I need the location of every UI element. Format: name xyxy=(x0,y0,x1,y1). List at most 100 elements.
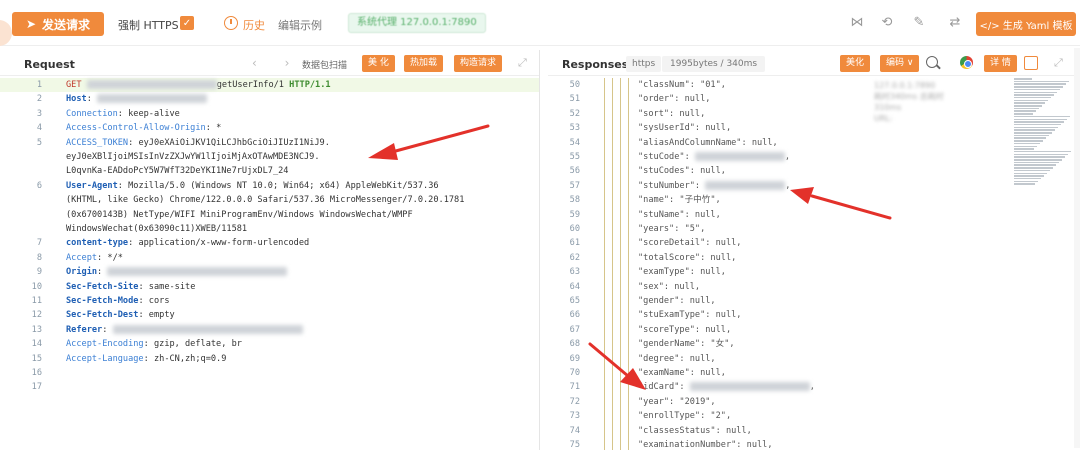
copy-icon[interactable] xyxy=(1024,56,1038,70)
json-key-value: "stuNumber": xyxy=(638,180,706,191)
line-number: 57 xyxy=(569,180,580,191)
json-line: 63 "examType": null, xyxy=(548,265,1080,279)
header-value: application/x-www-form-urlencoded xyxy=(138,238,310,249)
edit-icon[interactable]: ✎ xyxy=(910,14,928,32)
share-icon[interactable]: ⋈ xyxy=(848,14,866,32)
force-https-checkbox[interactable]: ✓ xyxy=(180,16,194,30)
vertical-scrollbar[interactable] xyxy=(1074,48,1080,448)
packet-scan-label[interactable]: 数据包扫描 xyxy=(302,58,347,71)
header-value: * xyxy=(216,123,222,134)
response-expand-icon[interactable]: ⤢ xyxy=(1054,56,1063,70)
json-line: 59 "stuName": null, xyxy=(548,208,1080,222)
line-number: 10 xyxy=(31,281,42,292)
json-key-value: "examType": null, xyxy=(638,267,726,278)
search-icon[interactable] xyxy=(926,56,938,68)
send-request-button[interactable]: ➤ 发送请求 xyxy=(12,12,104,36)
json-line: 62 "totalScore": null, xyxy=(548,251,1080,265)
json-key-value: "idCard": xyxy=(638,382,690,393)
hot-reload-button[interactable]: 热加载 xyxy=(404,55,444,72)
header-name: Referer xyxy=(66,324,103,335)
line-number: 9 xyxy=(36,267,42,278)
swap-icon[interactable]: ⇄ xyxy=(946,14,964,32)
code-line: 2 Host: xyxy=(0,92,539,106)
json-line: 51 "order": null, xyxy=(548,92,1080,106)
json-key-value: "classNum": "01", xyxy=(638,80,726,90)
redacted-referer xyxy=(112,324,303,334)
json-line: 60 "years": "5", xyxy=(548,222,1080,236)
sync-icon[interactable]: ⟲ xyxy=(878,14,896,32)
json-line: 52 "sort": null, xyxy=(548,107,1080,121)
code-line: 4 Access-Control-Allow-Origin: * xyxy=(0,121,539,135)
line-number: 5 xyxy=(36,137,42,148)
redacted-host xyxy=(97,94,208,104)
code-line-continuation: (0x6700143B) NetType/WIFI MiniProgramEnv… xyxy=(0,208,539,222)
json-key-value: "order": null, xyxy=(638,94,711,105)
details-button[interactable]: 详 情 xyxy=(984,55,1017,72)
line-number: 52 xyxy=(569,108,580,119)
header-name: Sec-Fetch-Dest xyxy=(66,310,139,321)
request-nav-arrows[interactable]: ‹ › xyxy=(252,56,301,70)
json-line: 67 "scoreType": null, xyxy=(548,323,1080,337)
code-line: 15 Accept-Language: zh-CN,zh;q=0.9 xyxy=(0,352,539,366)
generate-yaml-button[interactable]: </> 生成 Yaml 模板 xyxy=(976,12,1076,36)
line-number: 69 xyxy=(569,353,580,364)
chrome-icon[interactable] xyxy=(960,56,973,69)
header-name: Access-Control-Allow-Origin xyxy=(66,123,206,134)
proxy-badge[interactable]: 系统代理 127.0.0.1:7890 xyxy=(348,13,486,33)
json-key-value: "classesStatus": null, xyxy=(638,425,752,436)
header-name: content-type xyxy=(66,238,129,249)
json-key-value: "aliasAndColumnName": null, xyxy=(638,137,778,148)
https-tag: https xyxy=(626,56,662,72)
send-icon: ➤ xyxy=(25,17,37,31)
response-beautify-button[interactable]: 美化 xyxy=(840,55,871,72)
header-value: zh-CN,zh;q=0.9 xyxy=(153,353,227,364)
header-value: same-site xyxy=(148,281,196,292)
json-key-value: "genderName": "女", xyxy=(638,339,735,350)
code-line-continuation: WindowsWechat(0x63090c11)XWEB/11581 xyxy=(0,222,539,236)
history-button[interactable]: 历史 xyxy=(243,17,265,33)
code-line: 3 Connection: keep-alive xyxy=(0,107,539,121)
build-request-button[interactable]: 构造请求 xyxy=(454,55,503,72)
header-value: empty xyxy=(148,310,175,321)
header-value: Mozilla/5.0 (Windows NT 10.0; Win64; x64… xyxy=(128,180,439,191)
history-icon[interactable] xyxy=(224,16,238,30)
json-line: 57 "stuNumber": , xyxy=(548,179,1080,193)
line-number: 74 xyxy=(569,425,580,436)
json-line: 65 "gender": null, xyxy=(548,294,1080,308)
line-number: 7 xyxy=(36,238,42,249)
response-pane: Responses https 1995bytes / 340ms 美化 编码 … xyxy=(548,50,1080,450)
line-number: 51 xyxy=(569,94,580,105)
code-line: 9 Origin: xyxy=(0,265,539,279)
line-number: 75 xyxy=(569,440,580,450)
line-number: 72 xyxy=(569,396,580,407)
header-value: gzip, deflate, br xyxy=(153,339,242,350)
line-number: 13 xyxy=(31,324,42,335)
line-number: 73 xyxy=(569,411,580,422)
code-line: 6 User-Agent: Mozilla/5.0 (Windows NT 10… xyxy=(0,179,539,193)
line-number: 1 xyxy=(36,80,42,90)
expand-icon[interactable]: ⤢ xyxy=(518,56,527,70)
example-button[interactable]: 编辑示例 xyxy=(278,17,322,33)
line-number: 6 xyxy=(36,180,42,191)
header-name: Connection xyxy=(66,108,118,119)
line-number: 54 xyxy=(569,137,580,148)
request-pane: Request ‹ › 数据包扫描 美 化 热加载 构造请求 ⤢ 1 GET g… xyxy=(0,50,540,450)
header-value-continued: WindowsWechat(0x63090c11)XWEB/11581 xyxy=(66,224,248,234)
line-number: 4 xyxy=(36,123,42,134)
code-line: 17 xyxy=(0,380,539,394)
redacted-url xyxy=(86,80,217,89)
encoding-dropdown[interactable]: 编码 ∨ xyxy=(880,55,920,72)
line-number: 11 xyxy=(31,296,42,306)
json-key-value: "stuCode": xyxy=(638,152,695,162)
header-name: Origin xyxy=(66,267,98,278)
redacted-value xyxy=(705,180,786,190)
line-number: 65 xyxy=(569,296,580,306)
response-pane-header: Responses https 1995bytes / 340ms 美化 编码 … xyxy=(548,50,1080,76)
redacted-origin xyxy=(107,267,288,277)
code-line: 12 Sec-Fetch-Dest: empty xyxy=(0,308,539,322)
comma: , xyxy=(809,382,815,393)
json-key-value: "scoreDetail": null, xyxy=(638,238,742,249)
beautify-button[interactable]: 美 化 xyxy=(362,55,395,72)
response-size-tag: 1995bytes / 340ms xyxy=(662,56,766,72)
header-name: Sec-Fetch-Site xyxy=(66,281,139,292)
